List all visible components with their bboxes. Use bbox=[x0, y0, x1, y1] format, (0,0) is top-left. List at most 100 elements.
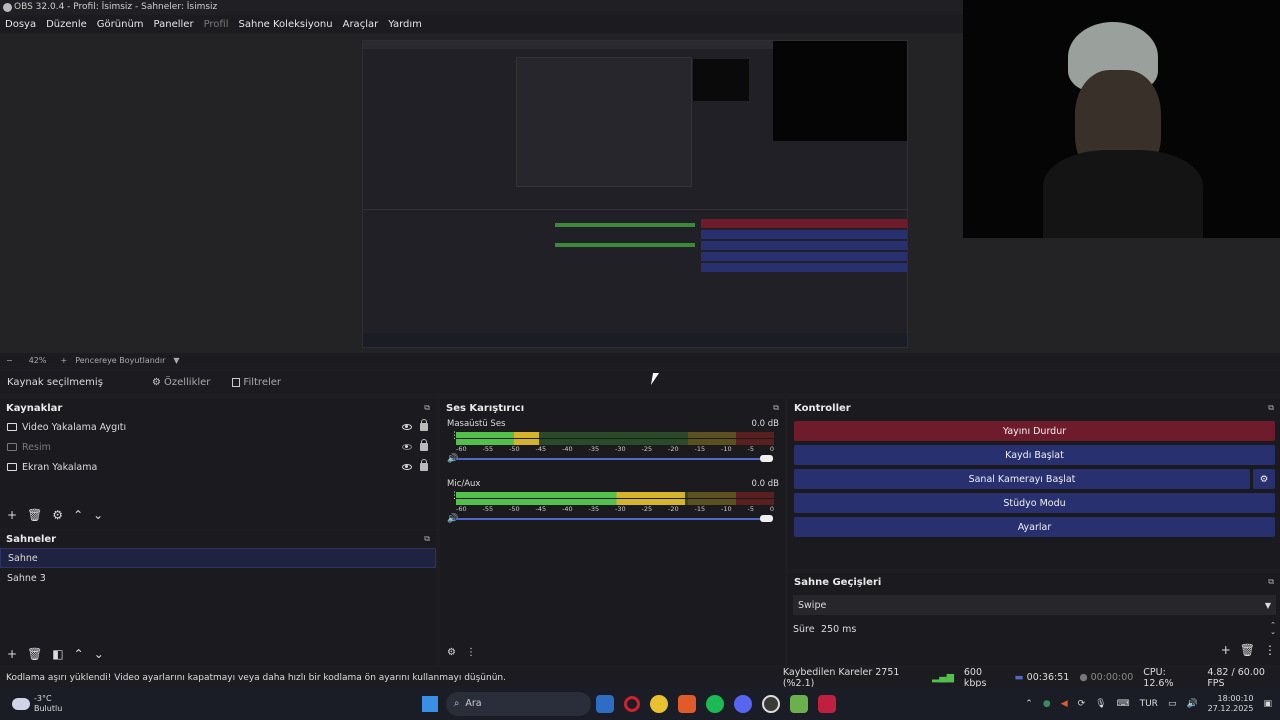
meter-tick-label: -50 bbox=[509, 445, 520, 453]
meter-ticks: -60 -55 -50 -45 -40 -35 -30 -25 -20 -15 -10 -5 0 bbox=[456, 505, 774, 513]
taskbar-search[interactable]: ⌕ Ara bbox=[446, 691, 591, 716]
volume-slider[interactable]: 🔊 bbox=[440, 453, 785, 465]
meter-ticks: -60 -55 -50 -45 -40 -35 -30 -25 -20 -15 -10 -5 0 bbox=[456, 445, 774, 453]
scene-filters-icon[interactable]: ◧ bbox=[52, 647, 63, 661]
source-settings-icon[interactable]: ⚙ bbox=[52, 508, 63, 522]
move-up-icon[interactable]: ⌃ bbox=[74, 647, 84, 661]
microphone-icon[interactable]: 🎙 bbox=[1095, 699, 1106, 709]
start-recording-button[interactable]: Kaydı Başlat bbox=[794, 445, 1275, 465]
language-indicator[interactable]: TUR bbox=[1140, 699, 1158, 709]
advanced-audio-icon[interactable]: ⚙ bbox=[447, 647, 456, 658]
undock-icon[interactable]: ⧉ bbox=[1268, 577, 1274, 587]
notification-icon[interactable]: ▣ bbox=[1263, 699, 1272, 709]
duration-input[interactable]: 250 ms bbox=[821, 624, 1270, 635]
tray-app-icon[interactable]: ● bbox=[1043, 699, 1051, 709]
virtual-camera-gear-icon[interactable]: ⚙ bbox=[1253, 469, 1275, 489]
scene-transitions-dock: Sahne Geçişleri ⧉ Swipe ▼ Süre 250 ms ⌃ ⌄… bbox=[788, 573, 1280, 665]
speaker-icon[interactable]: 🔊 bbox=[447, 514, 458, 524]
obs-taskbar-icon[interactable] bbox=[762, 694, 780, 713]
scene-item[interactable]: Sahne 3 bbox=[0, 568, 436, 588]
volume-knob[interactable] bbox=[760, 455, 773, 462]
status-message: Kodlama aşırı yüklendi! Video ayarlarını… bbox=[6, 672, 506, 683]
tray-sync-icon[interactable]: ⟳ bbox=[1078, 699, 1086, 709]
taskbar-app-icon[interactable] bbox=[596, 694, 614, 713]
mixer-channel: Masaüstü Ses 0.0 dB ⋮ -60 -55 -50 -45 -40 -35… bbox=[440, 419, 785, 465]
remove-scene-icon[interactable]: 🗑 bbox=[27, 647, 42, 661]
clock[interactable]: 18:00:10 27.12.2025 bbox=[1208, 694, 1254, 714]
add-source-icon[interactable]: + bbox=[7, 508, 17, 522]
volume-icon[interactable]: 🔊 bbox=[1186, 699, 1197, 709]
studio-mode-button[interactable]: Stüdyo Modu bbox=[794, 493, 1275, 513]
source-item[interactable]: Resim bbox=[0, 437, 436, 457]
undock-icon[interactable]: ⧉ bbox=[1268, 403, 1274, 413]
properties-button[interactable]: ⚙ Özellikler bbox=[152, 377, 210, 388]
move-down-icon[interactable]: ⌄ bbox=[94, 647, 104, 661]
discord-icon[interactable] bbox=[734, 694, 752, 713]
add-transition-icon[interactable]: + bbox=[1221, 643, 1231, 657]
remove-transition-icon[interactable]: 🗑 bbox=[1240, 643, 1255, 657]
opera-icon[interactable] bbox=[624, 695, 640, 712]
scene-item[interactable]: Sahne bbox=[0, 548, 436, 568]
sources-title: Kaynaklar bbox=[6, 402, 63, 414]
fps: 4.82 / 60.00 FPS bbox=[1207, 666, 1265, 689]
undock-icon[interactable]: ⧉ bbox=[424, 403, 430, 413]
zoom-mode-dropdown-icon[interactable]: ▼ bbox=[173, 356, 179, 365]
no-source-selected-label: Kaynak seçilmemiş bbox=[7, 376, 103, 388]
duration-stepper[interactable]: ⌃ ⌄ bbox=[1270, 622, 1276, 636]
start-virtual-camera-button[interactable]: Sanal Kamerayı Başlat bbox=[794, 469, 1250, 489]
tray-app-icon[interactable]: ◀ bbox=[1061, 699, 1068, 709]
tray-chevron-icon[interactable]: ⌃ bbox=[1025, 699, 1033, 709]
stop-stream-button[interactable]: Yayını Durdur bbox=[794, 421, 1275, 441]
volume-slider[interactable]: 🔊 bbox=[440, 513, 785, 525]
meter-tick-label: 0 bbox=[769, 505, 774, 513]
signal-icon: ▂▄▆ bbox=[931, 672, 954, 683]
menu-duzenle[interactable]: Düzenle bbox=[46, 19, 87, 30]
visibility-eye-icon[interactable] bbox=[402, 464, 412, 470]
menu-paneller[interactable]: Paneller bbox=[154, 19, 194, 30]
menu-sahne-koleksiyonu[interactable]: Sahne Koleksiyonu bbox=[239, 19, 333, 30]
visibility-eye-icon[interactable] bbox=[402, 424, 412, 430]
volume-knob[interactable] bbox=[760, 515, 773, 522]
zoom-in-button[interactable]: + bbox=[60, 356, 67, 365]
move-down-icon[interactable]: ⌄ bbox=[93, 508, 103, 522]
cpu-usage: CPU: 12.6% bbox=[1143, 666, 1174, 689]
undock-icon[interactable]: ⧉ bbox=[773, 403, 779, 413]
transition-select[interactable]: Swipe ▼ bbox=[793, 595, 1276, 615]
move-up-icon[interactable]: ⌃ bbox=[73, 508, 83, 522]
add-scene-icon[interactable]: + bbox=[7, 647, 17, 661]
lock-icon[interactable] bbox=[420, 439, 428, 451]
image-icon bbox=[7, 443, 17, 451]
undock-icon[interactable]: ⧉ bbox=[424, 534, 430, 544]
red-app-icon[interactable] bbox=[818, 694, 836, 713]
meter-tick-label: -60 bbox=[456, 505, 467, 513]
transition-menu-icon[interactable]: ⋮ bbox=[1264, 643, 1276, 657]
menu-araclar[interactable]: Araçlar bbox=[343, 19, 379, 30]
obs-logo-icon bbox=[3, 3, 12, 12]
meter-tick-label: -35 bbox=[588, 505, 600, 513]
visibility-hidden-icon[interactable] bbox=[402, 444, 412, 450]
network-icon[interactable]: ▭ bbox=[1168, 699, 1177, 709]
android-app-icon[interactable] bbox=[790, 694, 808, 713]
menu-dosya[interactable]: Dosya bbox=[5, 19, 36, 30]
lock-icon[interactable] bbox=[420, 419, 428, 431]
mixer-menu-icon[interactable]: ⋮ bbox=[466, 647, 476, 658]
weather-widget[interactable]: -3°C Bulutlu bbox=[12, 694, 422, 714]
zoom-out-button[interactable]: − bbox=[6, 356, 13, 365]
brave-icon[interactable] bbox=[678, 694, 696, 713]
windows-start-icon[interactable] bbox=[422, 695, 438, 712]
filters-button[interactable]: Filtreler bbox=[232, 377, 281, 388]
source-item[interactable]: Ekran Yakalama bbox=[0, 457, 436, 477]
settings-button[interactable]: Ayarlar bbox=[794, 517, 1275, 537]
spotify-icon[interactable] bbox=[706, 694, 724, 713]
chrome-icon[interactable] bbox=[650, 694, 668, 713]
keyboard-icon[interactable]: ⌨ bbox=[1117, 699, 1130, 709]
menu-yardim[interactable]: Yardım bbox=[388, 19, 422, 30]
menu-gorunum[interactable]: Görünüm bbox=[97, 19, 144, 30]
lock-icon[interactable] bbox=[420, 459, 428, 471]
remove-source-icon[interactable]: 🗑 bbox=[27, 508, 42, 522]
live-icon: ▬ bbox=[1014, 672, 1024, 683]
menu-profil[interactable]: Profil bbox=[204, 19, 229, 30]
meter-tick-label: 0 bbox=[769, 445, 774, 453]
speaker-icon[interactable]: 🔊 bbox=[447, 454, 458, 464]
source-item[interactable]: Video Yakalama Aygıtı bbox=[0, 417, 436, 437]
